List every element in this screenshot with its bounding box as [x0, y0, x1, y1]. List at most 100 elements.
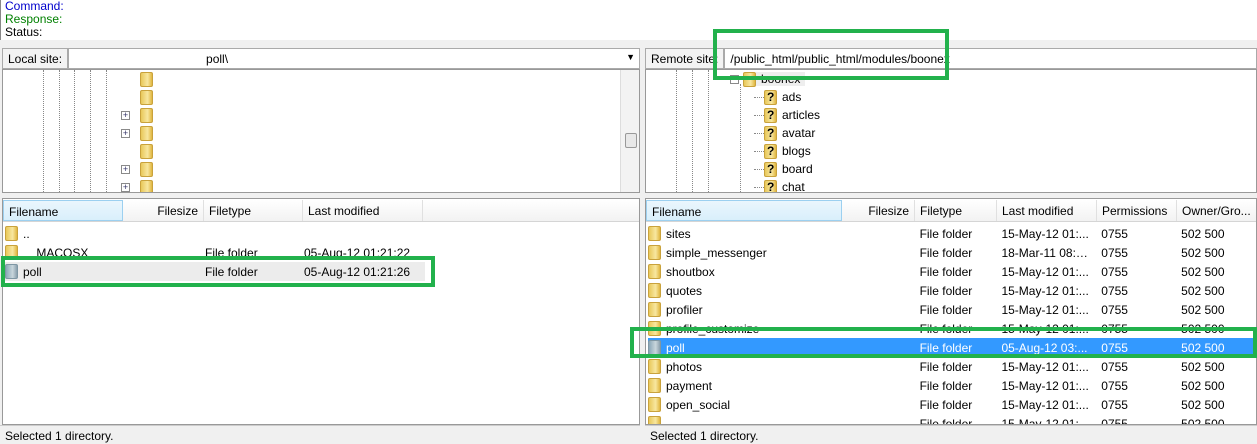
cell-modified: 18-Mar-11 08:3...	[1001, 245, 1093, 260]
expand-icon[interactable]: +	[121, 164, 130, 174]
tree-item[interactable]: articles	[754, 106, 825, 124]
tree-item-boonex[interactable]: − boonex	[730, 70, 806, 88]
cell-name: payment	[665, 378, 713, 393]
table-row[interactable]: payment File folder 15-May-12 01:... 0755 50…	[648, 376, 1256, 395]
cell-modified: 05-Aug-12 01:21:26	[304, 264, 411, 279]
folder-icon	[648, 264, 661, 279]
col-filesize[interactable]: Filesize	[842, 200, 915, 221]
cell-type: File folder	[919, 397, 973, 412]
table-row[interactable]: File folder 15-May-12 01:... 0755 502 500	[648, 414, 1256, 424]
col-last-modified[interactable]: Last modified	[303, 200, 423, 221]
tree-item[interactable]: +	[121, 106, 153, 124]
tree-item[interactable]: +	[121, 160, 153, 178]
table-row[interactable]: ..	[5, 224, 425, 243]
table-row[interactable]: poll File folder 05-Aug-12 01:21:26	[5, 262, 425, 281]
folder-icon	[648, 340, 661, 355]
expand-icon[interactable]: +	[121, 110, 130, 120]
remote-tree[interactable]: − boonex ads articles avatar blogs board chat	[645, 69, 1257, 193]
remote-status: Selected 1 directory.	[645, 425, 1257, 444]
tree-item[interactable]	[121, 70, 153, 88]
message-log: Command: Response: Status:	[0, 0, 1257, 40]
folder-icon	[648, 245, 661, 260]
tree-connector	[754, 186, 764, 188]
tree-item[interactable]: board	[754, 160, 818, 178]
tree-item[interactable]	[121, 88, 153, 106]
col-filetype[interactable]: Filetype	[915, 200, 997, 221]
col-last-modified[interactable]: Last modified	[997, 200, 1097, 221]
table-row[interactable]: photos File folder 15-May-12 01:... 0755 502…	[648, 357, 1256, 376]
expand-icon[interactable]: +	[121, 182, 130, 192]
tree-item[interactable]: +	[121, 178, 153, 192]
folder-icon	[140, 89, 153, 105]
tree-item[interactable]	[121, 142, 153, 160]
cell-perm: 0755	[1101, 283, 1128, 298]
cell-type: File folder	[919, 340, 973, 355]
tree-item[interactable]: ads	[754, 88, 806, 106]
cell-owner: 502 500	[1181, 264, 1225, 279]
unknown-folder-icon	[764, 125, 777, 141]
folder-icon	[5, 264, 18, 279]
col-filename[interactable]: Filename	[3, 200, 123, 221]
col-filesize[interactable]: Filesize	[123, 200, 204, 221]
cell-type: File folder	[919, 283, 973, 298]
cell-name: __MACOSX	[23, 245, 89, 260]
dropdown-arrow-icon[interactable]: ▼	[626, 52, 635, 62]
cell-owner: 502 500	[1181, 226, 1225, 241]
cell-type: File folder	[919, 264, 973, 279]
cell-modified: 15-May-12 01:...	[1001, 397, 1089, 412]
tree-label: boonex	[756, 72, 806, 86]
cell-owner: 502 500	[1181, 302, 1225, 317]
table-row[interactable]: poll File folder 05-Aug-12 03:... 0755 502 5…	[648, 338, 1256, 357]
local-tree[interactable]: + + + +	[2, 69, 640, 193]
table-row[interactable]: open_social File folder 15-May-12 01:... 07…	[648, 395, 1256, 414]
log-command: Command:	[5, 0, 64, 13]
col-owner-group[interactable]: Owner/Gro...	[1177, 200, 1256, 221]
tree-item[interactable]: +	[121, 124, 153, 142]
unknown-folder-icon	[764, 161, 777, 177]
tree-connector	[754, 168, 764, 170]
tree-item[interactable]: blogs	[754, 142, 816, 160]
local-status: Selected 1 directory.	[0, 425, 640, 444]
cell-modified: 15-May-12 01:...	[1001, 302, 1089, 317]
table-row[interactable]: profile_customize File folder 15-May-12 01…	[648, 319, 1256, 338]
cell-perm: 0755	[1101, 359, 1128, 374]
col-filename[interactable]: Filename	[646, 200, 842, 221]
tree-label: articles	[782, 108, 821, 122]
folder-icon	[5, 245, 18, 260]
cell-type: File folder	[205, 245, 258, 260]
remote-file-list[interactable]: Filename Filesize Filetype Last modified…	[645, 198, 1257, 425]
collapse-icon[interactable]: −	[730, 74, 739, 84]
cell-perm: 0755	[1101, 245, 1128, 260]
cell-perm: 0755	[1101, 226, 1128, 241]
tree-label: ads	[782, 90, 802, 104]
local-file-list[interactable]: Filename Filesize Filetype Last modified…	[2, 198, 640, 425]
cell-name: poll	[23, 264, 42, 279]
table-row[interactable]: profiler File folder 15-May-12 01:... 0755 5…	[648, 300, 1256, 319]
col-permissions[interactable]: Permissions	[1097, 200, 1177, 221]
local-tree-scrollbar[interactable]	[620, 70, 639, 192]
cell-name: profile_customize	[665, 321, 760, 336]
cell-perm: 0755	[1101, 378, 1128, 393]
tree-connector	[754, 96, 764, 98]
table-row[interactable]: quotes File folder 15-May-12 01:... 0755 502…	[648, 281, 1256, 300]
tree-item[interactable]: avatar	[754, 124, 820, 142]
table-row[interactable]: sites File folder 15-May-12 01:... 0755 502 …	[648, 224, 1256, 243]
col-filetype[interactable]: Filetype	[204, 200, 303, 221]
table-row[interactable]: simple_messenger File folder 18-Mar-11 08:…	[648, 243, 1256, 262]
cell-name: shoutbox	[665, 264, 715, 279]
folder-icon	[648, 283, 661, 298]
cell-name: ..	[23, 226, 30, 241]
table-row[interactable]: __MACOSX File folder 05-Aug-12 01:21:22	[5, 243, 425, 262]
cell-modified: 15-May-12 01:...	[1001, 226, 1089, 241]
folder-icon	[648, 226, 661, 241]
table-row[interactable]: shoutbox File folder 15-May-12 01:... 0755 5…	[648, 262, 1256, 281]
cell-modified: 15-May-12 01:...	[1001, 321, 1089, 336]
remote-site-input[interactable]: /public_html/public_html/modules/boonex	[724, 47, 1257, 69]
local-list-header: Filename Filesize Filetype Last modified	[3, 200, 639, 222]
local-site-input[interactable]: poll\ ▼	[68, 47, 640, 69]
expand-icon[interactable]: +	[121, 128, 130, 138]
folder-icon	[140, 125, 153, 141]
cell-name: profiler	[665, 302, 703, 317]
tree-item[interactable]: chat	[754, 178, 810, 192]
folder-icon	[648, 378, 661, 393]
